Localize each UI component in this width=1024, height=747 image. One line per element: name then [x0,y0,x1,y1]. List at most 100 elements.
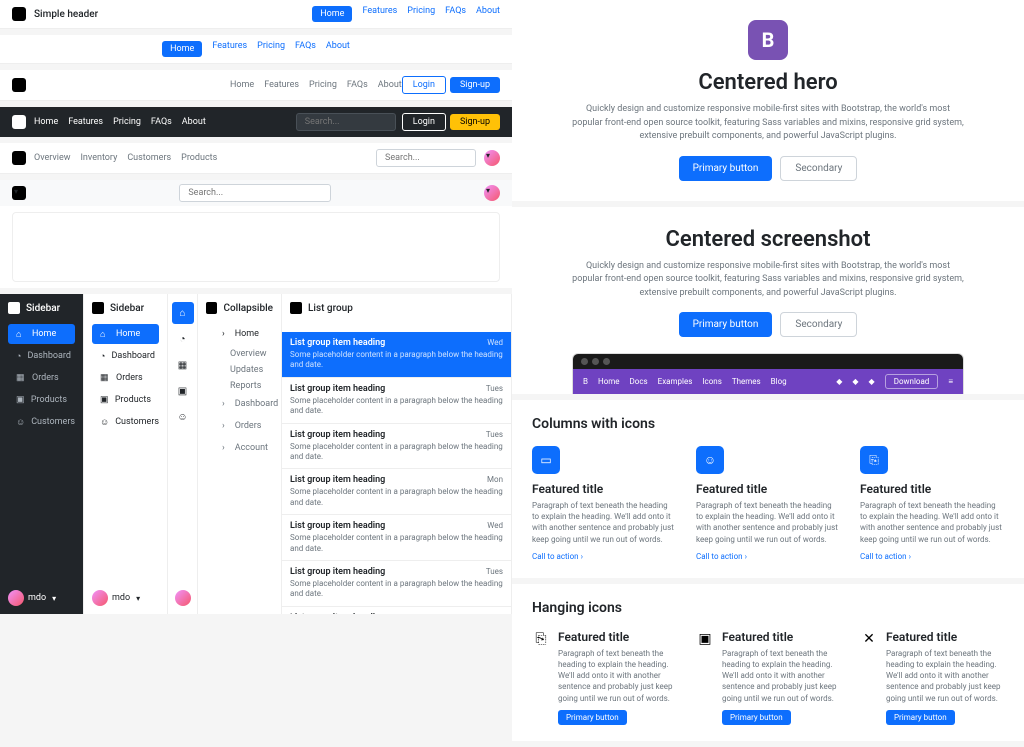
nav-features[interactable]: Features [212,41,247,57]
bnav-docs[interactable]: Docs [630,377,648,386]
feature-col: ▭ Featured title Paragraph of text benea… [532,446,676,562]
sidebar-item-customers[interactable]: ☺Customers [92,412,159,432]
primary-button[interactable]: Primary button [722,710,791,725]
search-input[interactable] [296,113,396,131]
nav-about[interactable]: About [476,6,500,22]
feature-text: Paragraph of text beneath the heading to… [722,648,840,704]
nav-about[interactable]: About [326,41,350,57]
list-item[interactable]: List group item heading Some placeholder … [282,469,511,515]
social-icon[interactable]: ◆ [869,377,875,386]
sidebar-title: Sidebar [26,303,60,314]
sidebar-item-dashboard[interactable]: ◔Dashboard [92,346,159,366]
collapse-dashboard[interactable]: Dashboard [206,394,273,414]
nav-features[interactable]: Features [362,6,397,22]
nav-products[interactable]: Products [181,153,217,163]
primary-button[interactable]: Primary button [679,156,773,181]
avatar-dropdown[interactable] [484,150,500,166]
nav-pricing[interactable]: Pricing [309,80,337,90]
nav-home[interactable]: Home [34,117,58,127]
nav-home[interactable]: Home [162,41,202,57]
bootstrap-icon[interactable] [12,186,26,200]
secondary-button[interactable]: Secondary [780,156,857,181]
collapse-home[interactable]: Home [206,324,273,344]
sidebar-item-products[interactable]: ▣Products [8,390,75,410]
secondary-button[interactable]: Secondary [780,312,857,337]
traffic-light-icon [581,358,588,365]
social-icon[interactable]: ◆ [836,377,842,386]
feature-title: Featured title [886,630,1004,644]
nav-home[interactable]: Home [312,6,352,22]
list-item-text: Some placeholder content in a paragraph … [290,487,503,508]
signup-button[interactable]: Sign-up [450,77,500,93]
sidebar-item-home[interactable]: ⌂Home [92,324,159,344]
bnav-home[interactable]: Home [598,377,620,386]
list-item-title: List group item heading [290,475,503,485]
nav-overview[interactable]: Overview [34,153,70,163]
sub-reports[interactable]: Reports [206,378,273,394]
cta-link[interactable]: Call to action › [532,552,583,561]
sub-updates[interactable]: Updates [206,362,273,378]
list-item[interactable]: List group item headingSome placeholder … [282,332,511,378]
nav-about[interactable]: About [378,80,402,90]
search-input[interactable] [376,149,476,167]
sub-overview[interactable]: Overview [206,346,273,362]
bnav-themes[interactable]: Themes [732,377,761,386]
nav-pricing[interactable]: Pricing [407,6,435,22]
list-item[interactable]: List group item headingSome placeholder … [282,424,511,470]
user-dropdown[interactable]: mdo [8,590,75,606]
sidebar-icon-products[interactable]: ▣ [172,380,194,402]
menu-icon[interactable]: ≡ [948,377,953,386]
primary-button[interactable]: Primary button [886,710,955,725]
nav-features[interactable]: Features [68,117,103,127]
bnav-blog[interactable]: Blog [771,377,787,386]
primary-button[interactable]: Primary button [558,710,627,725]
nav-faqs[interactable]: FAQs [151,117,172,127]
sidebar-item-home[interactable]: ⌂Home [8,324,75,344]
nav-pricing[interactable]: Pricing [113,117,141,127]
signup-button[interactable]: Sign-up [450,114,500,130]
sidebar-item-dashboard[interactable]: ◔Dashboard [8,346,75,366]
collapse-account[interactable]: Account [206,438,273,458]
avatar-dropdown[interactable] [484,185,500,201]
list-item[interactable]: List group item headingSome placeholder … [282,378,511,424]
list-item[interactable]: List group item headingSome placeholder … [282,607,511,614]
nav-pricing[interactable]: Pricing [257,41,285,57]
user-dropdown[interactable]: mdo [92,590,159,606]
collapse-orders[interactable]: Orders [206,416,273,436]
nav-home[interactable]: Home [230,80,254,90]
login-button[interactable]: Login [402,113,446,131]
nav-about[interactable]: About [182,117,206,127]
bnav-icons[interactable]: Icons [702,377,721,386]
nav-inventory[interactable]: Inventory [80,153,117,163]
list-item-day: Wed [487,521,503,530]
nav-faqs[interactable]: FAQs [347,80,368,90]
nav-features[interactable]: Features [264,80,299,90]
sidebar-icon-customers[interactable]: ☺ [172,406,194,428]
sidebar-item-orders[interactable]: ▦Orders [8,368,75,388]
sidebar-icon-dashboard[interactable]: ◔ [172,328,194,350]
avatar-dropdown[interactable] [175,590,191,606]
nav-faqs[interactable]: FAQs [445,6,466,22]
traffic-light-icon [592,358,599,365]
cta-link[interactable]: Call to action › [860,552,911,561]
cta-link[interactable]: Call to action › [696,552,747,561]
header-dashboard: Overview Inventory Customers Products [0,143,512,174]
sidebar-item-orders[interactable]: ▦Orders [92,368,159,388]
list-item-text: Some placeholder content in a paragraph … [290,350,503,371]
search-input[interactable] [179,184,330,202]
sidebar-item-products[interactable]: ▣Products [92,390,159,410]
nav-customers[interactable]: Customers [127,153,171,163]
table-icon: ▦ [16,373,26,383]
download-button[interactable]: Download [885,374,939,389]
sidebar-icon-home[interactable]: ⌂ [172,302,194,324]
list-item[interactable]: List group item headingSome placeholder … [282,561,511,607]
nav-faqs[interactable]: FAQs [295,41,316,57]
sidebar-item-customers[interactable]: ☺Customers [8,412,75,432]
primary-button[interactable]: Primary button [679,312,773,337]
list-item[interactable]: List group item headingSome placeholder … [282,515,511,561]
sidebar-dark: Sidebar ⌂Home ◔Dashboard ▦Orders ▣Produc… [0,294,84,614]
social-icon[interactable]: ◆ [852,377,858,386]
bnav-examples[interactable]: Examples [658,377,693,386]
sidebar-icon-orders[interactable]: ▦ [172,354,194,376]
login-button[interactable]: Login [402,76,446,94]
